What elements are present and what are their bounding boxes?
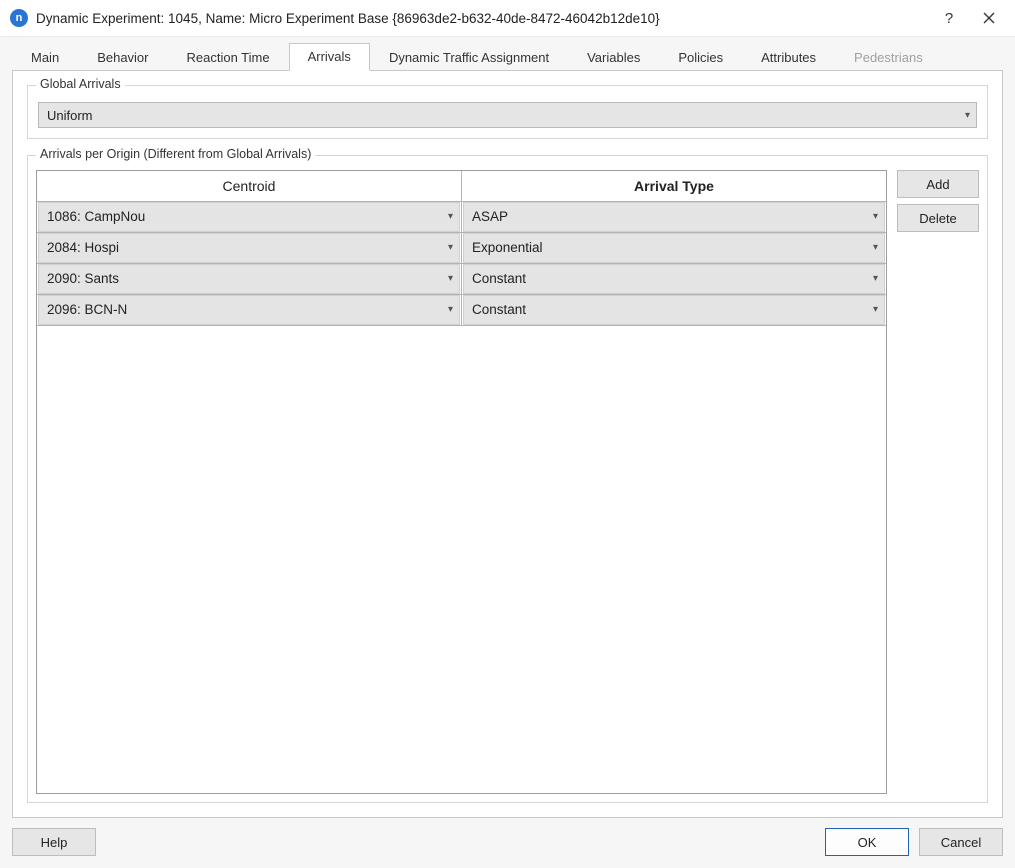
arrival_type-cell[interactable]: Exponential▾ [463,233,885,263]
close-icon[interactable] [969,4,1009,32]
help-title-button[interactable]: ? [929,4,969,32]
button-bar: Help OK Cancel [0,818,1015,868]
chevron-down-icon: ▾ [448,242,453,253]
delete-button[interactable]: Delete [897,204,979,232]
centroid-cell[interactable]: 2096: BCN-N▾ [38,295,460,325]
arrival_type-cell[interactable]: Constant▾ [463,264,885,294]
app-icon: n [10,9,28,27]
tab-arrivals[interactable]: Arrivals [289,43,370,71]
add-button[interactable]: Add [897,170,979,198]
origin-row: Centroid Arrival Type 1086: CampNou▾ASAP… [36,170,979,794]
group-global-arrivals: Global Arrivals Uniform ▾ [27,85,988,139]
centroid-cell[interactable]: 1086: CampNou▾ [38,202,460,232]
col-arrival-type[interactable]: Arrival Type [462,171,887,201]
table-row: 2090: Sants▾Constant▾ [37,263,886,294]
arrivals-per-origin-legend: Arrivals per Origin (Different from Glob… [36,147,315,161]
col-centroid[interactable]: Centroid [37,171,462,201]
table-row: 2084: Hospi▾Exponential▾ [37,232,886,263]
tab-behavior[interactable]: Behavior [78,44,167,71]
table-row: 1086: CampNou▾ASAP▾ [37,201,886,232]
tab-variables[interactable]: Variables [568,44,659,71]
centroid-value: 2084: Hospi [47,240,448,255]
client-area: MainBehaviorReaction TimeArrivalsDynamic… [0,37,1015,818]
tab-attributes[interactable]: Attributes [742,44,835,71]
centroid-value: 2096: BCN-N [47,302,448,317]
tab-dynamic-traffic-assignment[interactable]: Dynamic Traffic Assignment [370,44,568,71]
arrival_type-cell[interactable]: Constant▾ [463,295,885,325]
tab-policies[interactable]: Policies [659,44,742,71]
chevron-down-icon: ▾ [448,211,453,222]
table-row: 2096: BCN-N▾Constant▾ [37,294,886,325]
arrival_type-value: ASAP [472,209,873,224]
global-arrivals-legend: Global Arrivals [36,77,125,91]
arrival_type-value: Exponential [472,240,873,255]
chevron-down-icon: ▾ [873,211,878,222]
tab-strip: MainBehaviorReaction TimeArrivalsDynamic… [12,42,1003,70]
side-buttons: Add Delete [897,170,979,794]
arrivals-table: Centroid Arrival Type 1086: CampNou▾ASAP… [37,171,886,326]
chevron-down-icon: ▾ [873,304,878,315]
table-empty-area [37,326,886,794]
chevron-down-icon: ▾ [873,242,878,253]
arrival_type-cell[interactable]: ASAP▾ [463,202,885,232]
chevron-down-icon: ▾ [448,304,453,315]
arrival_type-value: Constant [472,302,873,317]
titlebar: n Dynamic Experiment: 1045, Name: Micro … [0,0,1015,37]
tab-main[interactable]: Main [12,44,78,71]
window: n Dynamic Experiment: 1045, Name: Micro … [0,0,1015,868]
centroid-value: 1086: CampNou [47,209,448,224]
ok-button[interactable]: OK [825,828,909,856]
tab-reaction-time[interactable]: Reaction Time [168,44,289,71]
centroid-cell[interactable]: 2090: Sants▾ [38,264,460,294]
arrival_type-value: Constant [472,271,873,286]
arrivals-table-wrap: Centroid Arrival Type 1086: CampNou▾ASAP… [36,170,887,794]
chevron-down-icon: ▾ [448,273,453,284]
window-title: Dynamic Experiment: 1045, Name: Micro Ex… [36,11,929,26]
chevron-down-icon: ▾ [965,110,970,121]
centroid-value: 2090: Sants [47,271,448,286]
global-arrivals-value: Uniform [47,108,965,123]
help-button[interactable]: Help [12,828,96,856]
global-arrivals-combo[interactable]: Uniform ▾ [38,102,977,128]
chevron-down-icon: ▾ [873,273,878,284]
tab-panel-arrivals: Global Arrivals Uniform ▾ Arrivals per O… [12,70,1003,818]
cancel-button[interactable]: Cancel [919,828,1003,856]
group-arrivals-per-origin: Arrivals per Origin (Different from Glob… [27,155,988,803]
centroid-cell[interactable]: 2084: Hospi▾ [38,233,460,263]
tab-pedestrians: Pedestrians [835,44,942,71]
